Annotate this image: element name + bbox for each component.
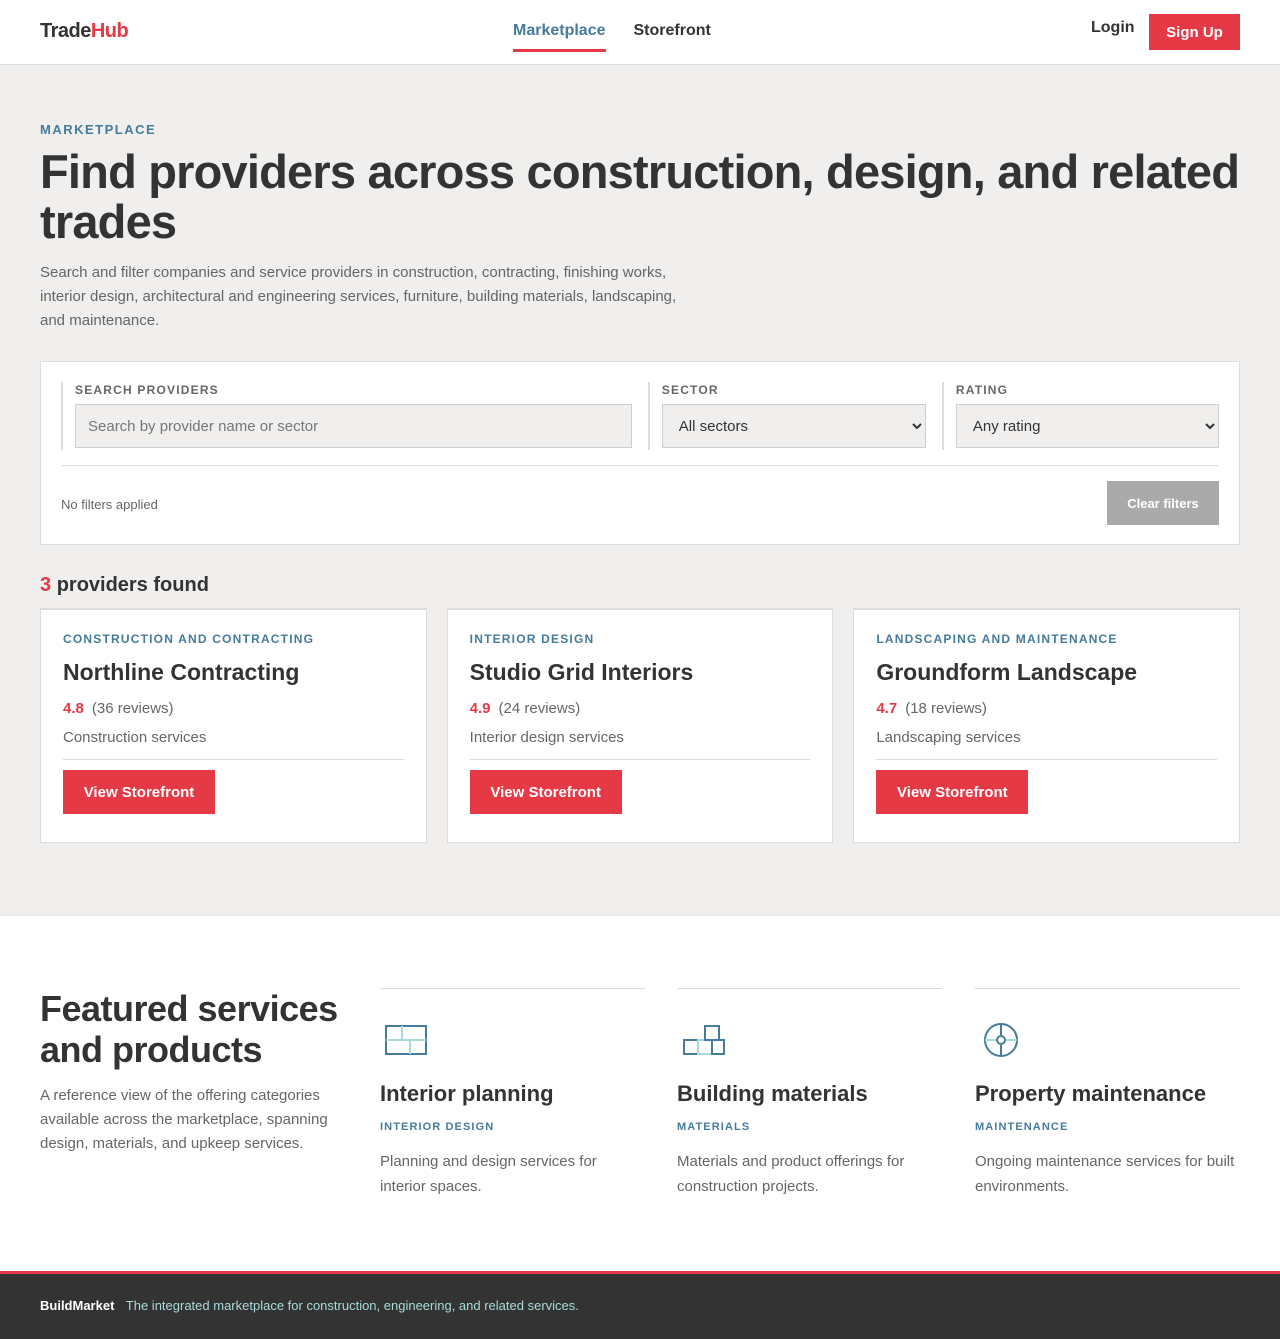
- featured-title: Featured services and products: [40, 988, 338, 1070]
- provider-card: LANDSCAPING AND MAINTENANCE Groundform L…: [853, 608, 1241, 843]
- provider-service: Construction services: [63, 729, 404, 760]
- sector-select[interactable]: All sectors: [661, 404, 926, 448]
- results-count: 3 providers found: [40, 574, 1240, 597]
- main-nav: Marketplace Storefront: [513, 0, 739, 64]
- provider-card-list: CONSTRUCTION AND CONTRACTING Northline C…: [40, 608, 1241, 843]
- search-input[interactable]: [75, 404, 632, 448]
- floorplan-icon: [385, 1025, 427, 1055]
- featured-section: Featured services and products A referen…: [0, 915, 1280, 1271]
- provider-name: Groundform Landscape: [876, 659, 1138, 685]
- stacked-boxes-icon: [683, 1025, 725, 1055]
- provider-service: Interior design services: [469, 729, 811, 760]
- provider-reviews: (36 reviews): [91, 700, 174, 717]
- site-header: TradeHub Marketplace Storefront Login Si…: [0, 0, 1280, 65]
- page-title: Find providers across construction, desi…: [40, 145, 1240, 248]
- provider-service: Landscaping services: [876, 729, 1218, 760]
- feature-item-building-materials: Building materials MATERIALS Materials a…: [677, 988, 942, 1199]
- provider-reviews: (18 reviews): [905, 700, 987, 717]
- view-storefront-button[interactable]: View Storefront: [876, 770, 1029, 814]
- view-storefront-button[interactable]: View Storefront: [469, 770, 622, 814]
- provider-category: LANDSCAPING AND MAINTENANCE: [876, 632, 1118, 646]
- feature-name: Building materials: [677, 1081, 868, 1106]
- feature-description: Ongoing maintenance services for built e…: [975, 1153, 1235, 1195]
- rating-label: RATING: [955, 383, 1009, 397]
- search-label: SEARCH PROVIDERS: [75, 383, 219, 397]
- filter-row: SEARCH PROVIDERS SECTOR All sectors RATI…: [61, 382, 1219, 450]
- provider-rating-row: 4.7 (18 reviews): [876, 700, 1217, 717]
- nav-link-storefront[interactable]: Storefront: [634, 0, 711, 52]
- login-link[interactable]: Login: [1091, 19, 1135, 37]
- provider-category: CONSTRUCTION AND CONTRACTING: [63, 632, 315, 646]
- filter-footer: No filters applied Clear filters: [61, 465, 1219, 525]
- feature-item-property-maintenance: Property maintenance MAINTENANCE Ongoing…: [975, 988, 1240, 1199]
- provider-rating: 4.9: [469, 700, 491, 717]
- featured-description: A reference view of the offering categor…: [40, 1087, 328, 1152]
- feature-item-interior-planning: Interior planning INTERIOR DESIGN Planni…: [380, 988, 645, 1199]
- rating-filter-group: RATING Any rating: [941, 382, 1219, 450]
- hero-description: Search and filter companies and service …: [40, 264, 677, 329]
- logo[interactable]: TradeHub: [40, 20, 129, 43]
- feature-tag: MATERIALS: [677, 1121, 751, 1133]
- sector-filter-group: SECTOR All sectors: [647, 382, 926, 450]
- feature-tag: MAINTENANCE: [975, 1121, 1069, 1133]
- results-count-number: 3: [40, 574, 52, 596]
- provider-rating-row: 4.9 (24 reviews): [470, 700, 811, 717]
- provider-rating: 4.8: [63, 700, 84, 717]
- provider-rating-row: 4.8 (36 reviews): [63, 700, 404, 717]
- signup-button[interactable]: Sign Up: [1149, 14, 1240, 50]
- hero-section: MARKETPLACE Find providers across constr…: [0, 65, 1280, 333]
- provider-category: INTERIOR DESIGN: [469, 632, 595, 646]
- hero-eyebrow: MARKETPLACE: [40, 122, 157, 137]
- provider-card: CONSTRUCTION AND CONTRACTING Northline C…: [40, 608, 427, 843]
- feature-description: Materials and product offerings for cons…: [677, 1153, 905, 1195]
- footer-brand: BuildMarket: [40, 1298, 115, 1313]
- featured-intro: Featured services and products A referen…: [40, 988, 340, 1156]
- feature-tag: INTERIOR DESIGN: [380, 1121, 495, 1133]
- site-footer: BuildMarket The integrated marketplace f…: [0, 1271, 1280, 1339]
- crosshair-icon: [984, 1023, 1018, 1057]
- feature-name: Interior planning: [380, 1081, 554, 1106]
- results-count-label: providers found: [56, 574, 209, 596]
- clear-filters-button[interactable]: Clear filters: [1107, 481, 1219, 525]
- nav-link-marketplace[interactable]: Marketplace: [513, 0, 606, 52]
- provider-reviews: (24 reviews): [498, 700, 581, 717]
- footer-tagline: The integrated marketplace for construct…: [125, 1298, 579, 1313]
- filter-panel: SEARCH PROVIDERS SECTOR All sectors RATI…: [40, 361, 1240, 545]
- filter-status: No filters applied: [61, 497, 158, 512]
- search-filter-group: SEARCH PROVIDERS: [61, 382, 632, 450]
- logo-text-trade: Trade: [40, 20, 91, 42]
- view-storefront-button[interactable]: View Storefront: [63, 770, 215, 814]
- logo-text-hub: Hub: [90, 20, 129, 42]
- feature-name: Property maintenance: [975, 1081, 1207, 1106]
- provider-rating: 4.7: [876, 700, 898, 717]
- provider-card: INTERIOR DESIGN Studio Grid Interiors 4.…: [446, 608, 834, 843]
- feature-description: Planning and design services for interio…: [380, 1153, 597, 1195]
- sector-label: SECTOR: [661, 383, 719, 397]
- provider-name: Northline Contracting: [63, 659, 300, 685]
- rating-select[interactable]: Any rating: [955, 404, 1219, 448]
- provider-name: Studio Grid Interiors: [469, 659, 694, 685]
